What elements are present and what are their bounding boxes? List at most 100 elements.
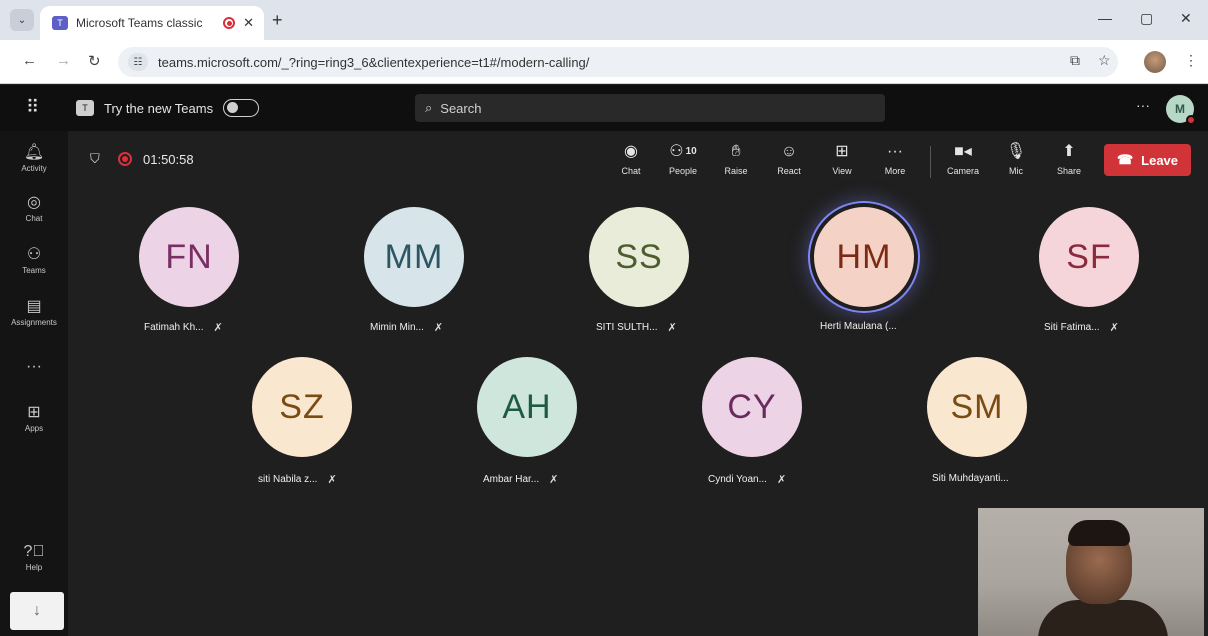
new-teams-toggle[interactable] bbox=[223, 99, 260, 117]
download-icon[interactable]: ↓ bbox=[10, 592, 64, 630]
mic-label: Mic bbox=[1009, 166, 1023, 176]
user-avatar[interactable]: M bbox=[1166, 95, 1196, 125]
leave-button[interactable]: ☎︎ Leave bbox=[1104, 144, 1191, 176]
participant-name: Siti Muhdayanti... bbox=[932, 473, 1009, 484]
participant-name-text: Ambar Har... bbox=[483, 474, 540, 485]
rail-label: Help bbox=[25, 563, 43, 572]
participant-avatar[interactable]: SS bbox=[589, 207, 689, 307]
mic-muted-icon: ✗ bbox=[776, 474, 787, 486]
rail-item-apps[interactable]: ⊞ Apps bbox=[0, 404, 68, 433]
search-input[interactable]: ⌕ Search bbox=[415, 94, 885, 122]
self-video-body bbox=[1038, 600, 1168, 636]
mic-button[interactable]: 🎙︎ Mic bbox=[994, 142, 1038, 176]
rail-label: Assignments bbox=[11, 318, 57, 327]
avatar-initials: CY bbox=[727, 387, 777, 426]
try-new-label: Try the new Teams bbox=[104, 100, 214, 116]
ellipsis-icon: ··· bbox=[887, 143, 903, 160]
app-launcher-icon[interactable]: ⠿ bbox=[26, 97, 39, 118]
raise-hand-button[interactable]: ✋︎ Raise bbox=[714, 142, 758, 176]
back-icon[interactable]: ← bbox=[22, 52, 37, 69]
teams-app-icon: T bbox=[76, 100, 94, 116]
view-label: View bbox=[832, 166, 852, 176]
restore-button[interactable]: ▢ bbox=[1140, 10, 1153, 27]
hand-icon: ✋︎ bbox=[731, 143, 741, 160]
rail-item-assignments[interactable]: ▤ Assignments bbox=[0, 298, 68, 327]
chat-label: Chat bbox=[621, 166, 641, 176]
people-icon: ⚇ 10 bbox=[669, 143, 697, 160]
participant-avatar[interactable]: SF bbox=[1039, 207, 1139, 307]
participant-name: Ambar Har... ✗ bbox=[483, 473, 558, 486]
rail-item-more[interactable]: ··· bbox=[0, 358, 68, 376]
browser-tab-bar: ⌄ T Microsoft Teams classic ✕ + — ▢ ✕ bbox=[0, 0, 1208, 40]
participant-avatar[interactable]: CY bbox=[702, 357, 802, 457]
participant-name-text: Cyndi Yoan... bbox=[708, 474, 767, 485]
minimize-button[interactable]: — bbox=[1098, 10, 1112, 26]
participant-avatar[interactable]: AH bbox=[477, 357, 577, 457]
teams-header: ⠿ T Try the new Teams ⌕ Search ··· bbox=[0, 85, 1208, 131]
share-screen-icon: ⬆︎ bbox=[1062, 143, 1076, 160]
bookmark-star-icon[interactable]: ☆ bbox=[1098, 52, 1111, 69]
browser-profile-avatar[interactable] bbox=[1144, 51, 1166, 73]
chat-icon: ◎ bbox=[27, 194, 41, 211]
meeting-timer: 01:50:58 bbox=[143, 152, 194, 167]
rail-item-teams[interactable]: ⚇ Teams bbox=[0, 246, 68, 275]
microphone-icon: 🎙︎ bbox=[1005, 143, 1027, 160]
view-grid-icon: ⊞ bbox=[835, 143, 849, 160]
shield-icon[interactable]: ⛉ bbox=[90, 151, 104, 167]
raise-label: Raise bbox=[724, 166, 748, 176]
url-input[interactable]: ☷ teams.microsoft.com/_?ring=ring3_6&cli… bbox=[118, 47, 1118, 77]
recording-indicator-icon bbox=[118, 152, 132, 166]
participant-name-text: Mimin Min... bbox=[370, 322, 424, 333]
search-icon: ⌕ bbox=[425, 100, 433, 115]
self-video-preview[interactable] bbox=[978, 508, 1204, 636]
participant-avatar[interactable]: SZ bbox=[252, 357, 352, 457]
react-button[interactable]: ☺ React bbox=[767, 142, 811, 176]
participant-name-text: Siti Fatima... bbox=[1044, 322, 1100, 333]
chat-bubble-icon: ◉ bbox=[624, 143, 638, 160]
apps-icon: ⊞ bbox=[27, 404, 41, 421]
settings-more-icon[interactable]: ··· bbox=[1136, 97, 1150, 113]
participant-avatar[interactable]: MM bbox=[364, 207, 464, 307]
browser-tab[interactable]: T Microsoft Teams classic ✕ bbox=[40, 6, 264, 40]
tab-search-button[interactable]: ⌄ bbox=[10, 9, 34, 31]
smiley-icon: ☺ bbox=[780, 143, 798, 160]
share-label: Share bbox=[1056, 166, 1082, 176]
participant-name: Cyndi Yoan... ✗ bbox=[708, 473, 786, 486]
rail-item-chat[interactable]: ◎ Chat bbox=[0, 194, 68, 223]
teams-icon: ⚇ bbox=[26, 246, 42, 263]
people-button[interactable]: ⚇ 10 People bbox=[661, 142, 705, 176]
mic-muted-icon: ✗ bbox=[213, 322, 223, 334]
participant-name-text: Fatimah Kh... bbox=[144, 322, 204, 333]
mic-muted-icon: ✗ bbox=[327, 474, 337, 486]
mic-muted-icon: ✗ bbox=[1109, 322, 1119, 334]
forward-icon[interactable]: → bbox=[56, 52, 71, 69]
status-indicator bbox=[1186, 115, 1196, 125]
search-placeholder: Search bbox=[440, 100, 482, 116]
view-button[interactable]: ⊞ View bbox=[820, 142, 864, 176]
close-window-button[interactable]: ✕ bbox=[1180, 10, 1192, 27]
avatar-initials: HM bbox=[836, 237, 892, 276]
people-count: 10 bbox=[685, 146, 697, 157]
browser-menu-icon[interactable]: ⋮ bbox=[1184, 52, 1198, 69]
participant-avatar[interactable]: FN bbox=[139, 207, 239, 307]
leave-label: Leave bbox=[1141, 152, 1179, 168]
rail-item-help[interactable]: ?⃝ Help bbox=[0, 543, 68, 572]
participant-avatar[interactable]: SM bbox=[927, 357, 1027, 457]
site-info-icon[interactable]: ☷ bbox=[128, 53, 148, 71]
share-button[interactable]: ⬆︎ Share bbox=[1047, 142, 1091, 176]
new-tab-button[interactable]: + bbox=[272, 10, 283, 31]
avatar-initials: FN bbox=[165, 237, 213, 276]
camera-button[interactable]: ■◂ Camera bbox=[941, 142, 985, 176]
rail-label: Chat bbox=[25, 214, 43, 223]
tab-close-button[interactable]: ✕ bbox=[243, 15, 254, 31]
more-actions-button[interactable]: ··· More bbox=[873, 142, 917, 176]
cast-icon[interactable]: ⧉ bbox=[1070, 52, 1080, 69]
participant-name-text: Herti Maulana (... bbox=[820, 321, 897, 332]
participant-avatar-speaking[interactable]: HM bbox=[814, 207, 914, 307]
participant-name: Mimin Min... ✗ bbox=[370, 321, 443, 334]
chat-button[interactable]: ◉ Chat bbox=[609, 142, 653, 176]
self-video-hair bbox=[1068, 520, 1130, 546]
reload-icon[interactable]: ↻ bbox=[88, 52, 101, 70]
participant-name-text: SITI SULTH... bbox=[596, 322, 658, 333]
rail-item-activity[interactable]: 🔔︎ Activity bbox=[0, 144, 68, 173]
